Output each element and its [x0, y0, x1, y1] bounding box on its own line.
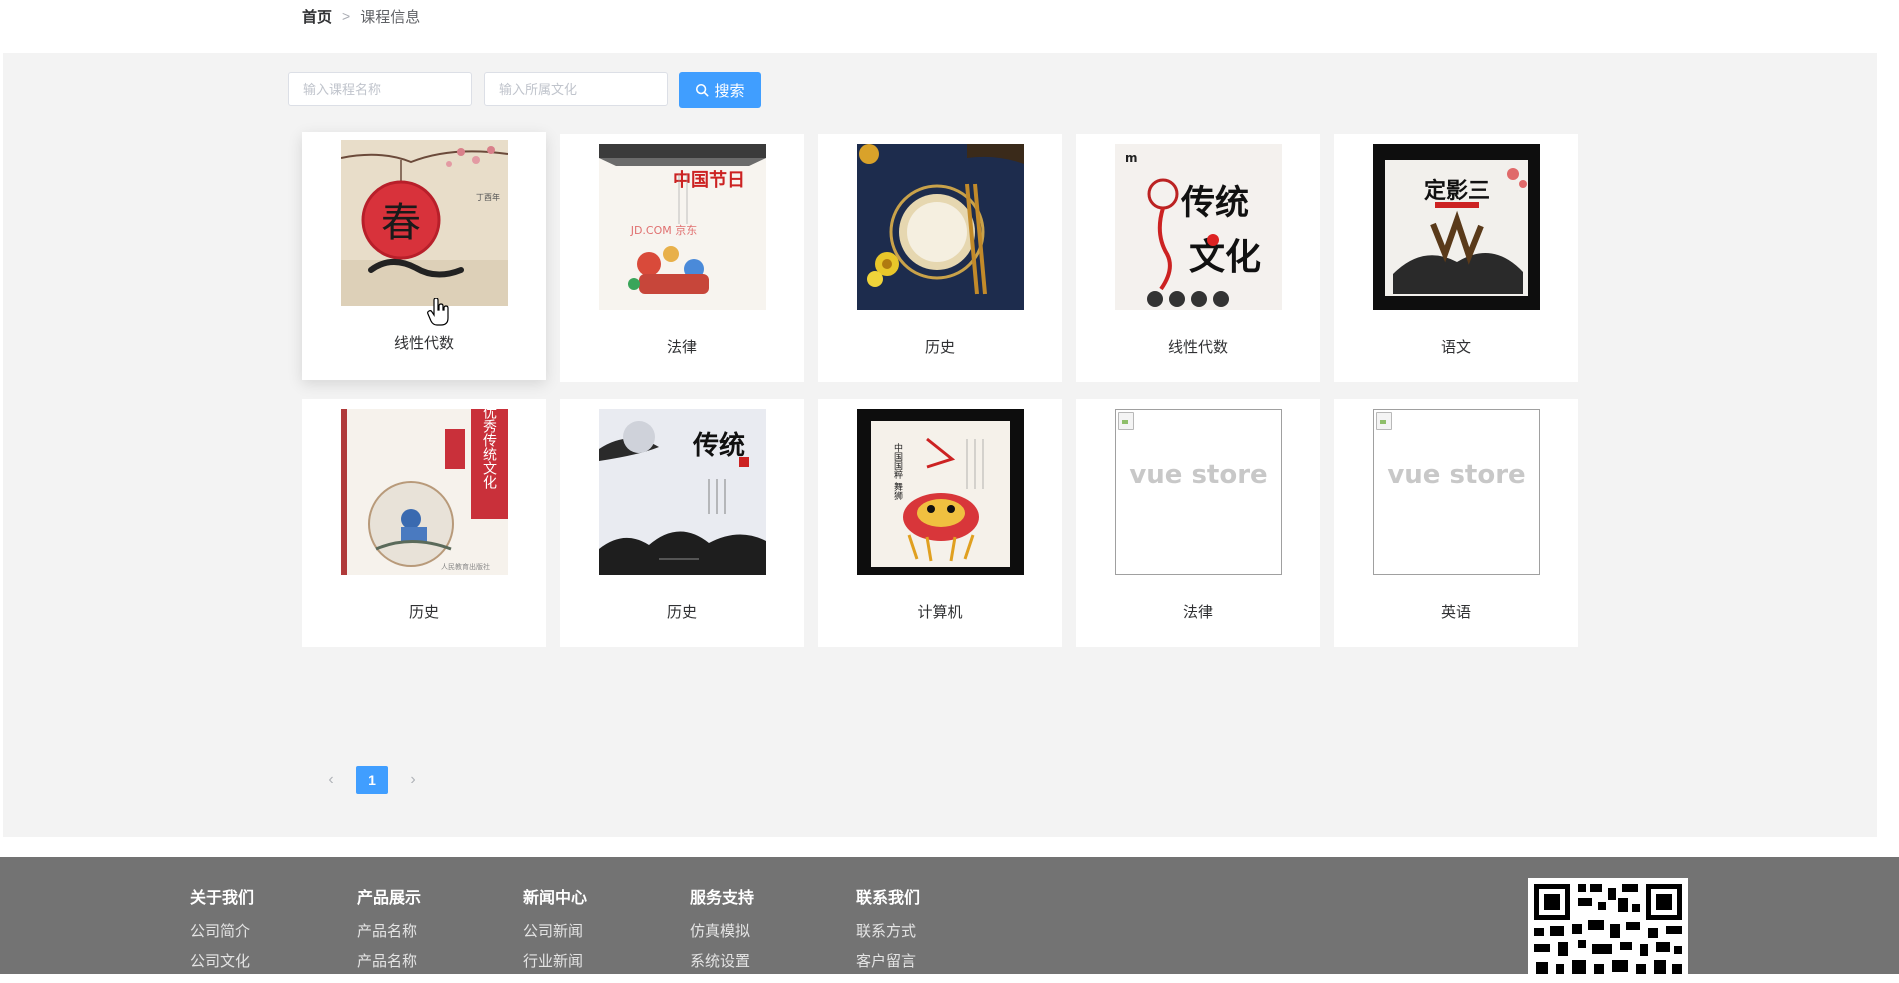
course-poster-broken: vue store: [1115, 409, 1282, 575]
footer-link[interactable]: 仿真模拟: [690, 923, 754, 941]
course-name: 法律: [666, 339, 697, 356]
footer-link[interactable]: 产品名称: [357, 923, 421, 941]
course-card[interactable]: 定影三 语文: [1334, 134, 1578, 382]
footer-link[interactable]: 公司简介: [190, 923, 254, 941]
page-number-current[interactable]: 1: [356, 766, 388, 794]
course-poster-book: 中华优秀传统文化 人民教育出版社: [341, 409, 508, 575]
footer-column-title: 联系我们: [856, 890, 921, 907]
course-name: 法律: [1182, 604, 1213, 621]
course-poster-ink-mountain: 传统: [599, 409, 766, 575]
footer-link[interactable]: 客户留言: [856, 953, 920, 971]
chevron-left-icon[interactable]: ‹: [318, 766, 344, 794]
footer-column-title: 关于我们: [190, 890, 255, 907]
footer-column-news: 新闻中心 公司新闻 行业新闻: [523, 889, 587, 971]
breadcrumb-current: 课程信息: [360, 8, 421, 26]
course-poster-festival: 中国节日 JD.COM 京东: [599, 144, 766, 310]
course-card[interactable]: vue store 法律: [1076, 399, 1320, 647]
footer-column-about: 关于我们 公司简介 公司文化: [190, 889, 254, 971]
course-name: 语文: [1440, 339, 1471, 356]
broken-image-text: vue store: [1387, 460, 1526, 490]
svg-text:丁酉年: 丁酉年: [476, 192, 500, 202]
footer-column-products: 产品展示 产品名称 产品名称: [357, 889, 421, 971]
svg-text:定影三: 定影三: [1424, 178, 1490, 204]
svg-text:中华优秀传统文化: 中华优秀传统文化: [481, 409, 497, 490]
footer-column-title: 产品展示: [357, 890, 422, 907]
footer-link[interactable]: 行业新闻: [523, 953, 587, 971]
page-edge: [1877, 53, 1899, 837]
search-icon: [696, 83, 709, 97]
course-name: 历史: [408, 604, 439, 621]
breadcrumb-home[interactable]: 首页: [302, 6, 332, 27]
course-card[interactable]: 中国国粹 舞狮 计算机: [818, 399, 1062, 647]
footer-link[interactable]: 联系方式: [856, 923, 920, 941]
course-card[interactable]: 中国节日 JD.COM 京东 法律: [560, 134, 804, 382]
course-card[interactable]: vue store 英语: [1334, 399, 1578, 647]
chevron-right-icon[interactable]: ›: [400, 766, 426, 794]
search-button-label: 搜索: [714, 82, 745, 100]
course-poster-culture: m 传统 文化: [1115, 144, 1282, 310]
culture-input[interactable]: [484, 72, 668, 106]
svg-text:人民教育出版社: 人民教育出版社: [441, 562, 490, 571]
pagination: ‹ 1 ›: [318, 766, 426, 794]
course-card[interactable]: 历史: [818, 134, 1062, 382]
course-card[interactable]: m 传统 文化 线性代数: [1076, 134, 1320, 382]
breadcrumb-separator: >: [342, 8, 351, 24]
broken-image-icon: [1376, 412, 1392, 430]
course-name: 计算机: [917, 604, 963, 621]
breadcrumb: 首页 > 课程信息: [302, 6, 420, 26]
broken-image-icon: [1118, 412, 1134, 430]
course-poster-broken: vue store: [1373, 409, 1540, 575]
svg-text:传统: 传统: [1180, 183, 1249, 223]
footer-column-support: 服务支持 仿真模拟 系统设置: [690, 889, 754, 971]
footer-link[interactable]: 公司文化: [190, 953, 254, 971]
course-poster-lion-dance: 中国国粹 舞狮: [857, 409, 1024, 575]
search-button[interactable]: 搜索: [679, 72, 761, 108]
course-name: 线性代数: [393, 335, 454, 352]
footer-column-title: 新闻中心: [523, 890, 588, 907]
svg-text:春: 春: [381, 200, 421, 246]
svg-text:传统: 传统: [692, 430, 745, 461]
course-name-input[interactable]: [288, 72, 472, 106]
footer-link[interactable]: 系统设置: [690, 953, 754, 971]
svg-text:文化: 文化: [1189, 236, 1261, 278]
svg-text:中国国粹 舞狮: 中国国粹 舞狮: [892, 442, 903, 501]
course-name: 英语: [1440, 604, 1471, 621]
course-card[interactable]: 传统 历史: [560, 399, 804, 647]
qr-code-icon: [1528, 878, 1688, 978]
course-name: 历史: [924, 339, 955, 356]
course-card[interactable]: 中华优秀传统文化 人民教育出版社 历史: [302, 399, 546, 647]
course-name: 线性代数: [1167, 339, 1228, 356]
hand-cursor-icon: [427, 298, 449, 326]
svg-text:JD.COM 京东: JD.COM 京东: [630, 223, 698, 237]
course-poster-ink: 定影三: [1373, 144, 1540, 310]
course-name: 历史: [666, 604, 697, 621]
course-poster-table: [857, 144, 1024, 310]
course-card[interactable]: 春 丁酉年 线性代数: [302, 132, 546, 380]
footer: 关于我们 公司简介 公司文化 产品展示 产品名称 产品名称 新闻中心 公司新闻 …: [0, 857, 1899, 978]
course-poster-spring: 春 丁酉年: [341, 140, 508, 306]
footer-link[interactable]: 公司新闻: [523, 923, 587, 941]
svg-text:m: m: [1125, 151, 1138, 165]
footer-column-contact: 联系我们 联系方式 客户留言: [856, 889, 920, 971]
svg-text:中国节日: 中国节日: [673, 169, 745, 191]
broken-image-text: vue store: [1129, 460, 1268, 490]
footer-link[interactable]: 产品名称: [357, 953, 421, 971]
footer-column-title: 服务支持: [690, 890, 755, 907]
